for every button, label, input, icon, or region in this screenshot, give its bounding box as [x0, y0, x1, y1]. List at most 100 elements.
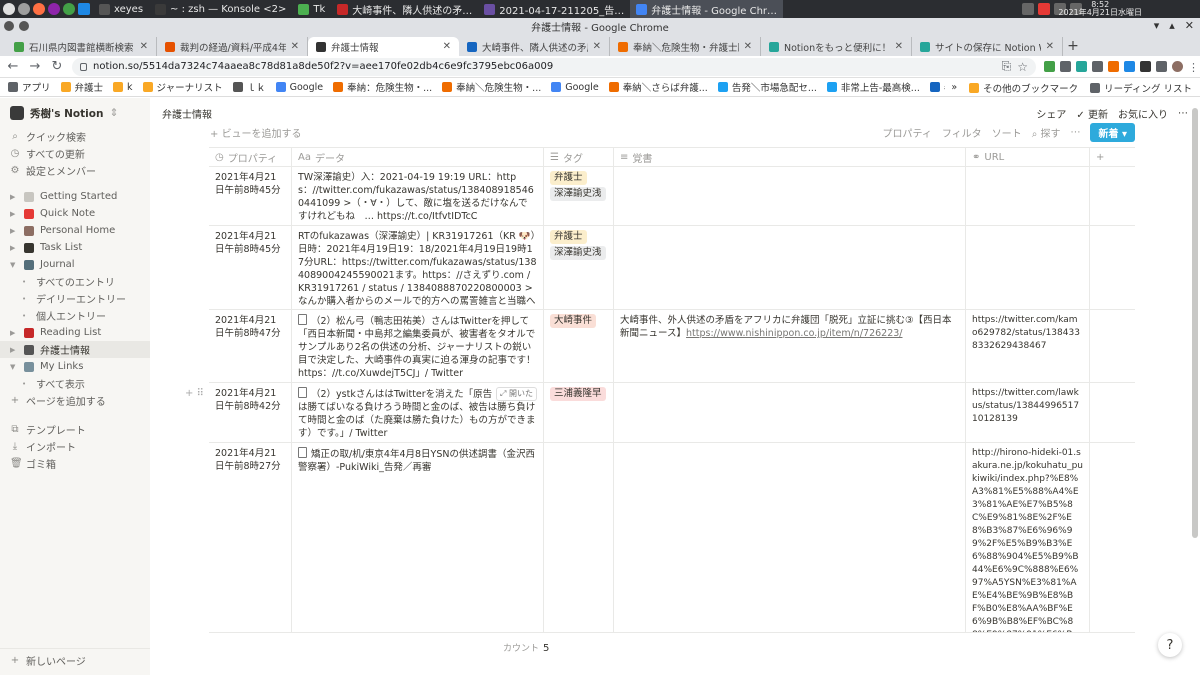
- bookmark-item[interactable]: Google: [275, 80, 323, 94]
- filter-button[interactable]: フィルタ: [942, 125, 982, 140]
- breadcrumb[interactable]: 弁護士情報: [162, 106, 1036, 121]
- sidebar-page[interactable]: • すべて表示: [0, 375, 150, 392]
- forward-icon[interactable]: →: [28, 59, 42, 74]
- bookmark-item[interactable]: アプリ: [8, 80, 51, 94]
- sidebar-page[interactable]: ▶ Task List: [0, 239, 150, 256]
- table-row[interactable]: 2021年4月21日午前8時47分 （2）松ん弓（鴨志田祐美）さんはTwitter…: [209, 310, 1135, 383]
- caret-right-icon[interactable]: ▶: [10, 244, 18, 252]
- memo-cell[interactable]: [614, 167, 966, 225]
- lock-icon[interactable]: [80, 62, 87, 71]
- close-window-icon[interactable]: ✕: [1185, 19, 1194, 32]
- bookmark-item[interactable]: k: [113, 80, 133, 94]
- sidebar-page[interactable]: • デイリーエントリー: [0, 290, 150, 307]
- column-header[interactable]: +: [1090, 148, 1135, 166]
- search-button[interactable]: ⌕ 探す: [1032, 125, 1061, 140]
- scrollbar[interactable]: [1192, 108, 1200, 548]
- memo-cell[interactable]: [614, 383, 966, 442]
- share-button[interactable]: シェア: [1036, 106, 1066, 121]
- tags-cell[interactable]: 三浦義隆早: [544, 383, 614, 442]
- taskbar-window[interactable]: Tk: [292, 0, 331, 18]
- close-tab-icon[interactable]: ✕: [1046, 41, 1054, 52]
- more-options-icon[interactable]: ⋯: [1178, 108, 1188, 119]
- sidebar-utility[interactable]: ⤓ インポート: [0, 438, 150, 455]
- url-cell[interactable]: [966, 226, 1090, 309]
- sidebar-action[interactable]: ⚙ 設定とメンバー: [0, 162, 150, 179]
- caret-down-icon[interactable]: ▼: [10, 363, 18, 371]
- updates-button[interactable]: ✓ 更新: [1076, 106, 1108, 121]
- tags-cell[interactable]: [544, 443, 614, 632]
- date-cell[interactable]: 2021年4月21日午前8時45分: [209, 167, 292, 225]
- url-value[interactable]: http://hirono-hideki-01.sakura.ne.jp/kok…: [972, 448, 1083, 632]
- puzzle-icon[interactable]: [1156, 61, 1167, 72]
- bookmark-item[interactable]: ジャーナリスト: [142, 80, 223, 94]
- back-icon[interactable]: ←: [6, 59, 20, 74]
- chrome-launcher-icon[interactable]: [63, 3, 75, 15]
- taskbar-window[interactable]: xeyes: [93, 0, 149, 18]
- workspace-switcher[interactable]: 秀樹's Notion ⇕: [0, 98, 150, 128]
- sidebar-page[interactable]: ▼ My Links: [0, 358, 150, 375]
- url-cell[interactable]: https://twitter.com/kamo629782/status/13…: [966, 310, 1090, 382]
- network-icon[interactable]: [1022, 3, 1034, 15]
- date-cell[interactable]: 2021年4月21日午前8時45分: [209, 226, 292, 309]
- extension-icon[interactable]: [1108, 61, 1119, 72]
- memo-cell[interactable]: 大崎事件、外人供述の矛盾をアフリカに弁護団「脱死」立証に挑む③【西日本新聞ニュー…: [614, 310, 966, 382]
- url-cell[interactable]: http://hirono-hideki-01.sakura.ne.jp/kok…: [966, 443, 1090, 632]
- extension-icon[interactable]: [1076, 61, 1087, 72]
- table-row[interactable]: 2021年4月21日午前8時45分 RTのfukazawas（深澤諭史）| KR3…: [209, 226, 1135, 310]
- taskbar-window[interactable]: ~ : zsh — Konsole <2>: [149, 0, 292, 18]
- firefox-icon[interactable]: [33, 3, 45, 15]
- url-value[interactable]: https://twitter.com/lawkus/status/138449…: [972, 388, 1079, 424]
- url-cell[interactable]: https://twitter.com/lawkus/status/138449…: [966, 383, 1090, 442]
- date-cell[interactable]: 2021年4月21日午前8時27分: [209, 443, 292, 632]
- sidebar-action[interactable]: ⌕ クイック検索: [0, 128, 150, 145]
- notion-extension-icon[interactable]: [1140, 61, 1151, 72]
- chevron-right-icon[interactable]: »: [951, 82, 957, 93]
- sidebar-page[interactable]: ▶ Personal Home: [0, 222, 150, 239]
- data-cell[interactable]: 矯正の取/机/東京4年4月8日YSNの供述調書（金沢西警察署）-PukiWiki…: [292, 443, 544, 632]
- sidebar-page[interactable]: ▶ 弁護士情報: [0, 341, 150, 358]
- column-header[interactable]: ◷ プロパティ: [209, 148, 292, 166]
- sidebar-page[interactable]: ▼ Journal: [0, 256, 150, 273]
- menu-dots-icon[interactable]: ⋮: [1188, 61, 1199, 74]
- memo-cell[interactable]: [614, 226, 966, 309]
- sidebar-utility[interactable]: ⧉ テンプレート: [0, 421, 150, 438]
- data-cell[interactable]: ⤢ 開いた （2）ystkさんははTwitterを消えた「原告は勝てばいなる負けろ…: [292, 383, 544, 442]
- sidebar-page[interactable]: ▶ Quick Note: [0, 205, 150, 222]
- other-bookmarks[interactable]: その他のブックマーク: [969, 81, 1078, 95]
- url-text[interactable]: notion.so/5514da7324c74aaea8c78d81a8de50…: [93, 61, 996, 72]
- url-cell[interactable]: [966, 167, 1090, 225]
- open-page-button[interactable]: ⤢ 開いた: [496, 387, 537, 401]
- help-button[interactable]: ?: [1158, 633, 1182, 657]
- evernote-icon[interactable]: [1044, 61, 1055, 72]
- sidebar-page[interactable]: • 個人エントリー: [0, 307, 150, 324]
- tags-cell[interactable]: 弁護士 深澤諭史浅: [544, 226, 614, 309]
- memo-link[interactable]: https://www.nishinippon.co.jp/item/n/726…: [686, 328, 902, 339]
- date-cell[interactable]: 2021年4月21日午前8時42分: [209, 383, 292, 442]
- close-tab-icon[interactable]: ✕: [291, 41, 299, 52]
- bookmark-star-icon[interactable]: ☆: [1017, 60, 1028, 74]
- bookmark-item[interactable]: 非常上告-最高検...: [826, 80, 920, 94]
- caret-right-icon[interactable]: ▶: [10, 210, 18, 218]
- caret-right-icon[interactable]: ▶: [10, 193, 18, 201]
- tags-cell[interactable]: 大崎事件: [544, 310, 614, 382]
- data-cell[interactable]: RTのfukazawas（深澤諭史）| KR31917261（KR 🐶）日時：2…: [292, 226, 544, 309]
- caret-right-icon[interactable]: ▶: [10, 329, 18, 337]
- column-header[interactable]: ⚭ URL: [966, 148, 1090, 166]
- column-header[interactable]: ☰ タグ: [544, 148, 614, 166]
- app-menu-icon[interactable]: [3, 3, 15, 15]
- taskbar-window[interactable]: 弁護士情報 - Google Chr…: [630, 0, 784, 18]
- sidebar-page[interactable]: ▶ Getting Started: [0, 188, 150, 205]
- window-menu-icon[interactable]: [4, 21, 14, 31]
- sidebar-action[interactable]: ◷ すべての更新: [0, 145, 150, 162]
- memo-cell[interactable]: [614, 443, 966, 632]
- bookmark-item[interactable]: 告発＼市場急配セ...: [717, 80, 817, 94]
- date-cell[interactable]: 2021年4月21日午前8時47分: [209, 310, 292, 382]
- translate-icon[interactable]: ⎘: [1002, 59, 1012, 74]
- add-view-button[interactable]: + ビューを追加する: [210, 125, 882, 140]
- sort-button[interactable]: ソート: [992, 125, 1022, 140]
- tags-cell[interactable]: 弁護士 深澤諭史浅: [544, 167, 614, 225]
- caret-right-icon[interactable]: ▶: [10, 346, 18, 354]
- sidebar-page[interactable]: ▶ Reading List: [0, 324, 150, 341]
- caret-down-icon[interactable]: ▼: [10, 261, 18, 269]
- bookmark-item[interactable]: Google: [551, 80, 599, 94]
